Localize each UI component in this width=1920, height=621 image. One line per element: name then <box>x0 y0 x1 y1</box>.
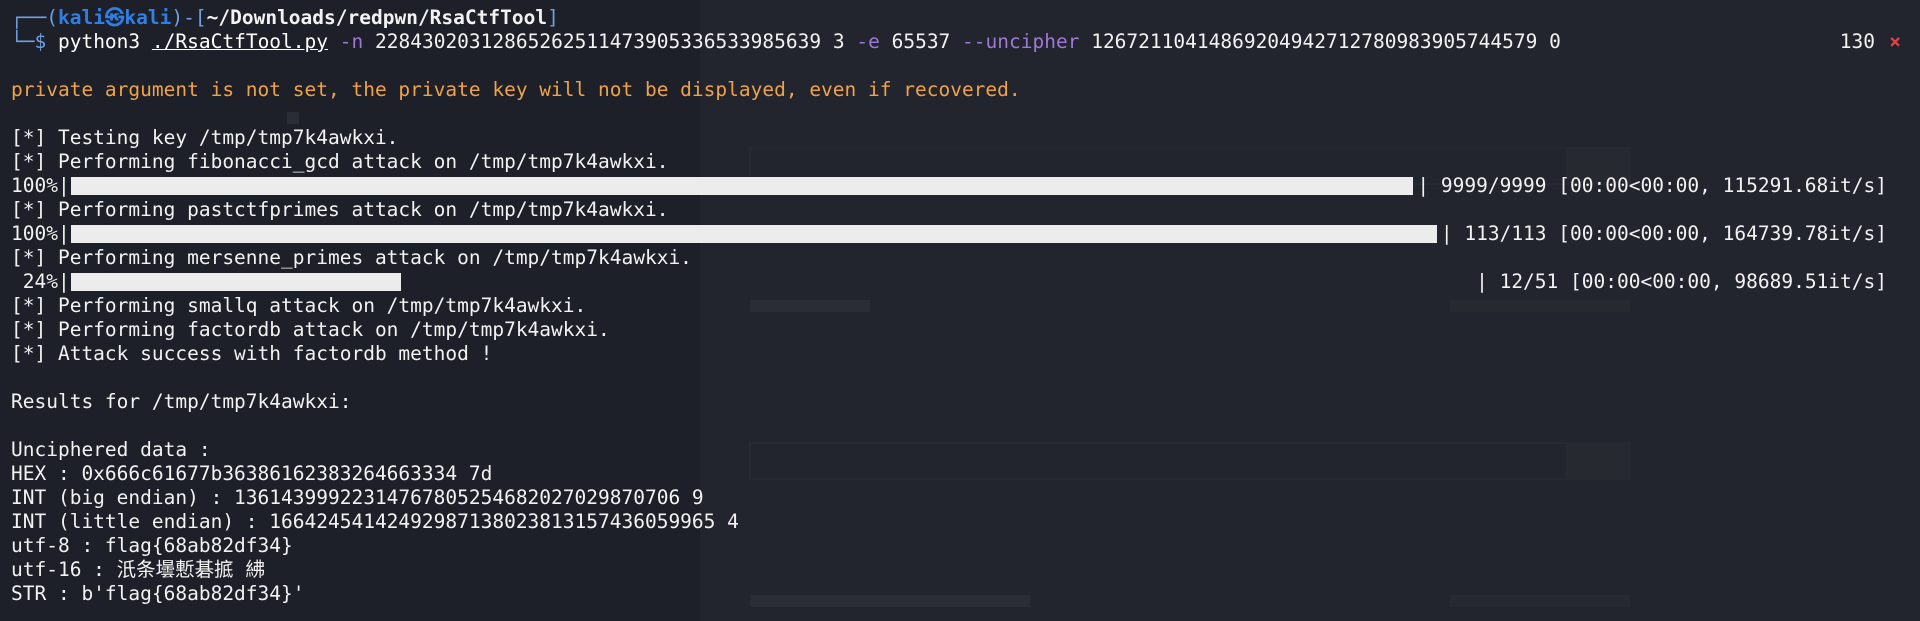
log-line: [*] Testing key /tmp/tmp7k4awkxi. <box>11 126 399 149</box>
log-line: [*] Performing smallq attack on /tmp/tmp… <box>11 294 587 317</box>
result-utf16: utf-16 : 汦条壜慙碁掋 紼 <box>11 558 265 581</box>
progress-stats: | 113/113 [00:00<00:00, 164739.78it/s] <box>1440 222 1887 245</box>
exit-status-error-icon: × <box>1889 30 1901 53</box>
command-line[interactable]: └─$ python3 ./RsaCtfTool.py -n 228430203… <box>11 30 1911 54</box>
progress-bar <box>71 177 1413 195</box>
cmd-script: ./RsaCtfTool.py <box>151 30 329 53</box>
result-str: STR : b'flag{68ab82df34}' <box>11 582 305 605</box>
result-hex: HEX : 0x666c61677b36386162383264663334 7… <box>11 462 493 485</box>
cmd-e-flag: -e <box>856 30 880 53</box>
result-int-little: INT (little endian) : 166424541424929871… <box>11 510 739 533</box>
log-line: [*] Attack success with factordb method … <box>11 342 493 365</box>
progress-line: 100%| | 9999/9999 [00:00<00:00, 115291.6… <box>11 174 1911 198</box>
prompt-second: └─$ <box>11 30 58 53</box>
cmd-n-flag: -n <box>339 30 364 53</box>
terminal-window[interactable]: ┌──(kali㉿kali)-[~/Downloads/redpwn/RsaCt… <box>11 6 1911 606</box>
cmd-uncipher-value: 12672110414869204942712780983905744579 0 <box>1091 30 1561 53</box>
log-line: [*] Performing mersenne_primes attack on… <box>11 246 692 269</box>
exit-status-code: 130 <box>1839 30 1875 53</box>
progress-stats: | 9999/9999 [00:00<00:00, 115291.68it/s] <box>1417 174 1887 197</box>
cmd-n-value: 22843020312865262511473905336533985639 3 <box>375 30 845 53</box>
progress-bar <box>71 273 401 291</box>
results-header: Results for /tmp/tmp7k4awkxi: <box>11 390 352 413</box>
prompt-open: ┌──( <box>11 6 58 29</box>
progress-percent: 100%| <box>11 222 70 245</box>
progress-bar <box>71 225 1437 243</box>
log-line: [*] Performing fibonacci_gcd attack on /… <box>11 150 669 173</box>
prompt-path: ~/Downloads/redpwn/RsaCtfTool <box>206 6 548 29</box>
prompt-line-1: ┌──(kali㉿kali)-[~/Downloads/redpwn/RsaCt… <box>11 6 1911 30</box>
warning-line: private argument is not set, the private… <box>11 78 1021 101</box>
cmd-e-value: 65537 <box>891 30 951 53</box>
cmd-program: python3 <box>57 30 141 53</box>
progress-line: 24%| | 12/51 [00:00<00:00, 98689.51it/s] <box>11 270 1911 294</box>
prompt-mid: )-[ <box>171 6 207 29</box>
log-line: [*] Performing pastctfprimes attack on /… <box>11 198 669 221</box>
progress-line: 100%| | 113/113 [00:00<00:00, 164739.78i… <box>11 222 1911 246</box>
progress-percent: 100%| <box>11 174 70 197</box>
prompt-user: kali㉿kali <box>57 6 172 29</box>
progress-percent: 24%| <box>11 270 70 293</box>
prompt-close: ] <box>547 6 559 29</box>
unciphered-label: Unciphered data : <box>11 438 211 461</box>
result-utf8: utf-8 : flag{68ab82df34} <box>11 534 293 557</box>
log-line: [*] Performing factordb attack on /tmp/t… <box>11 318 610 341</box>
result-int-big: INT (big endian) : 136143999223147678052… <box>11 486 704 509</box>
cmd-uncipher-flag: --uncipher <box>962 30 1080 53</box>
progress-stats: | 12/51 [00:00<00:00, 98689.51it/s] <box>1476 270 1887 293</box>
